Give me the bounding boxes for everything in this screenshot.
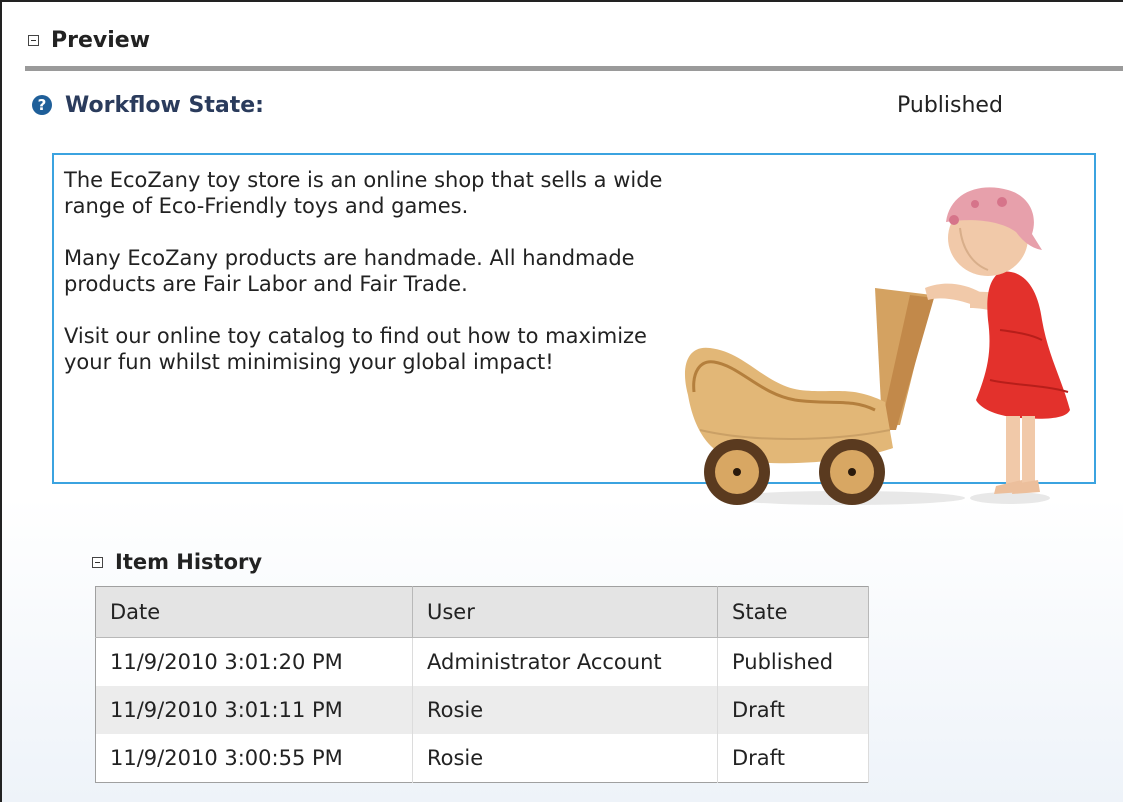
collapse-icon[interactable] [28,34,39,46]
cell-state: Draft [717,734,869,783]
table-header-row: Date User State [95,586,869,638]
content-paragraph: Many EcoZany products are handmade. All … [64,246,635,296]
workflow-state-label: Workflow State: [65,93,264,118]
cell-user: Rosie [412,686,718,734]
cell-state: Published [717,637,869,686]
cell-date: 11/9/2010 3:01:20 PM [95,637,413,686]
cell-state: Draft [717,686,869,734]
collapse-icon[interactable] [92,556,103,568]
column-header-date[interactable]: Date [95,586,413,638]
workflow-state-value: Published [897,93,1003,118]
cell-date: 11/9/2010 3:00:55 PM [95,734,413,783]
table-row: 11/9/2010 3:00:55 PM Rosie Draft [95,734,869,783]
cell-date: 11/9/2010 3:01:11 PM [95,686,413,734]
column-header-state[interactable]: State [717,586,869,638]
column-header-user[interactable]: User [412,586,718,638]
cell-user: Rosie [412,734,718,783]
header-divider [25,66,1123,71]
preview-header[interactable]: Preview [28,22,150,58]
content-paragraph: Visit our online toy catalog to find out… [64,324,647,374]
content-paragraph: The EcoZany toy store is an online shop … [64,168,663,218]
help-icon[interactable]: ? [32,95,52,115]
cell-user: Administrator Account [412,637,718,686]
item-history-header[interactable]: Item History [92,550,262,574]
table-row: 11/9/2010 3:01:11 PM Rosie Draft [95,686,869,734]
preview-title: Preview [51,27,151,53]
item-history-title: Item History [115,550,263,574]
toddler-with-wooden-pram-image [684,187,1070,505]
content-text: The EcoZany toy store is an online shop … [64,167,684,401]
item-history-table: Date User State 11/9/2010 3:01:20 PM Adm… [95,586,869,783]
table-row: 11/9/2010 3:01:20 PM Administrator Accou… [95,637,869,686]
workflow-state-row: ? Workflow State: Published [32,93,1032,123]
